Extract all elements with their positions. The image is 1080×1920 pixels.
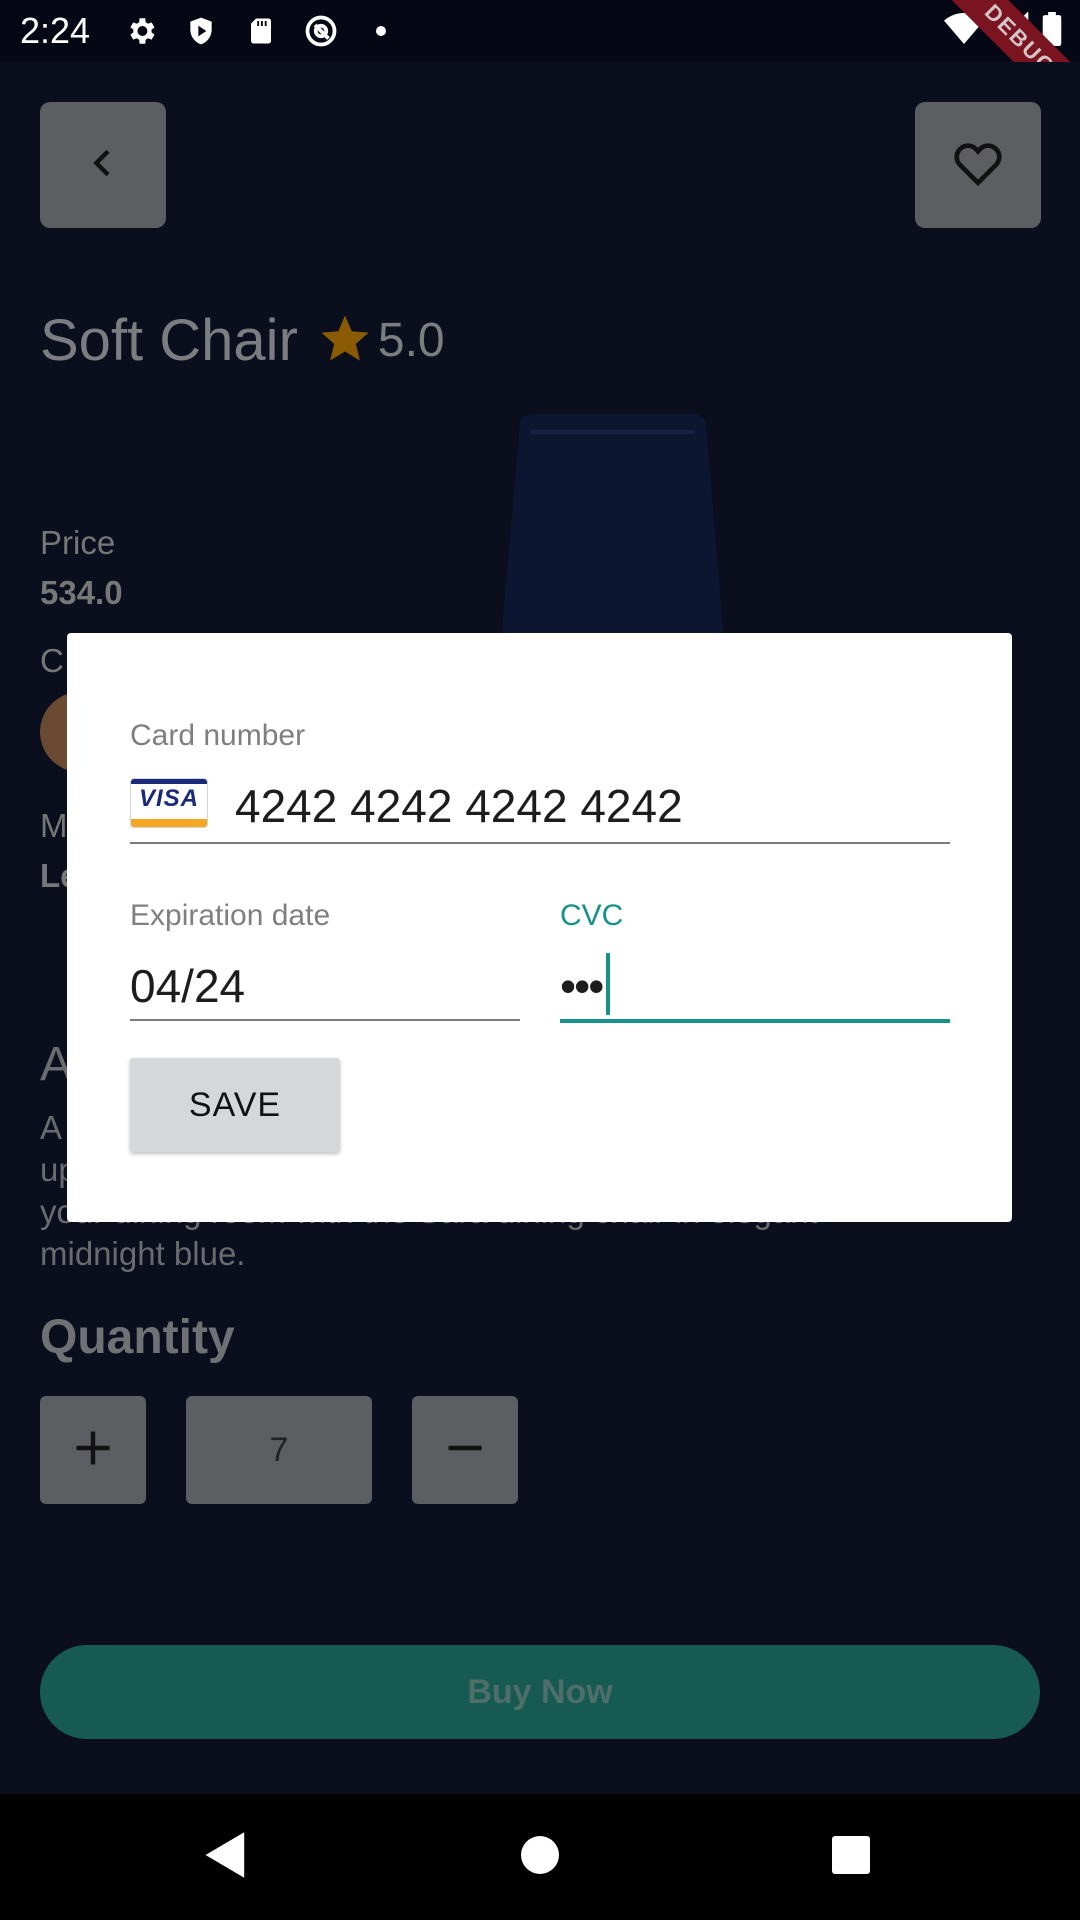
plus-icon [71,1426,115,1475]
product-title: Soft Chair [40,308,298,373]
expiration-underline [130,1019,520,1021]
expiration-label: Expiration date [130,899,331,932]
buy-now-button[interactable]: Buy Now [40,1645,1040,1739]
at-sign-icon [302,12,340,50]
quantity-value: 7 [269,1430,289,1469]
circle-home-icon [519,1834,561,1881]
rating-value: 5.0 [377,314,445,367]
save-button[interactable]: SAVE [130,1058,340,1152]
decrease-quantity-button[interactable] [412,1396,518,1504]
recents-nav-button[interactable] [823,1829,879,1885]
card-number-input[interactable]: 4242 4242 4242 4242 [235,779,683,833]
back-button[interactable] [40,102,166,228]
status-bar: 2:24 DEBUG [0,0,1080,139]
title-row: Soft Chair 5.0 [40,307,445,374]
star-icon [318,311,372,370]
back-nav-button[interactable] [198,1829,254,1885]
chair-image [490,412,760,657]
quantity-field[interactable]: 7 [186,1396,372,1504]
notification-icons [122,12,400,50]
quantity-heading: Quantity [40,1311,235,1364]
heart-icon [950,135,1006,196]
card-entry-dialog: Card number VISA 4242 4242 4242 4242 Exp… [67,633,1012,1222]
settings-icon [122,12,160,50]
navigation-bar [0,1794,1080,1920]
triangle-back-icon [203,1830,249,1885]
color-label: C [40,642,64,679]
visa-card-icon: VISA [130,778,208,828]
cvc-label: CVC [560,899,624,932]
card-number-underline [130,842,950,844]
text-cursor [606,953,610,1015]
status-time: 2:24 [20,10,91,51]
chevron-left-icon [83,143,123,188]
material-label: M [40,807,68,844]
cvc-underline [560,1019,950,1023]
cvc-input[interactable]: ••• [560,959,604,1013]
minus-icon [443,1426,487,1475]
shield-play-icon [182,12,220,50]
price-value: 534.0 [40,574,123,611]
card-number-label: Card number [130,719,306,752]
sd-card-icon [242,12,280,50]
increase-quantity-button[interactable] [40,1396,146,1504]
description-line: midnight blue. [40,1235,246,1272]
home-nav-button[interactable] [512,1829,568,1885]
card-brand: VISA [138,785,199,812]
favorite-button[interactable] [915,102,1041,228]
price-label: Price [40,524,116,561]
expiration-input[interactable]: 04/24 [130,959,245,1013]
square-recents-icon [830,1834,872,1881]
dot-icon [362,12,400,50]
